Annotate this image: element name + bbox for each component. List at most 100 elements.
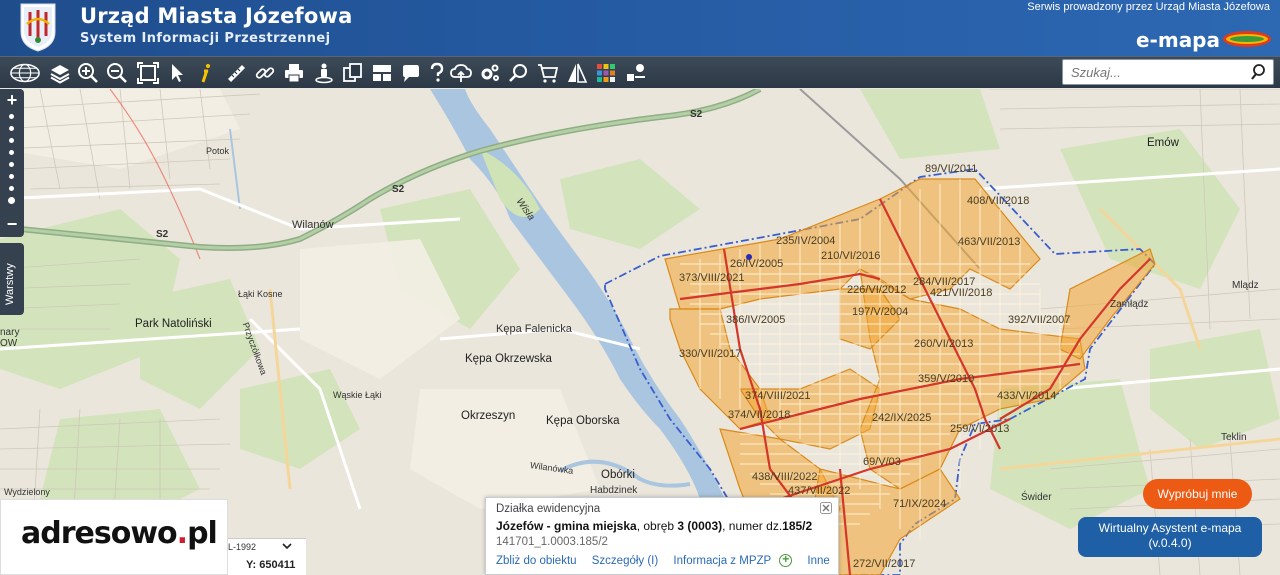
place-label: Zamłądz bbox=[1110, 299, 1149, 310]
zoom-in-button[interactable]: + bbox=[2, 91, 22, 109]
plot-label[interactable]: 197/V/2004 bbox=[852, 306, 908, 318]
plot-label[interactable]: 463/VII/2013 bbox=[958, 236, 1020, 248]
copy-icon[interactable] bbox=[341, 61, 365, 85]
zoom-level-dot[interactable] bbox=[9, 114, 14, 119]
coordinate-system-select[interactable]: L-1992 bbox=[228, 542, 256, 552]
help-icon[interactable] bbox=[425, 61, 449, 85]
plot-label[interactable]: 408/VII/2018 bbox=[967, 195, 1029, 207]
plot-label[interactable]: 392/VII/2007 bbox=[1008, 314, 1070, 326]
plot-label[interactable]: 374/VIII/2021 bbox=[745, 390, 810, 402]
zoom-level-dot[interactable] bbox=[9, 162, 14, 167]
mpzp-info-link[interactable]: Informacja z MPZP bbox=[673, 555, 771, 567]
close-icon[interactable] bbox=[820, 502, 832, 514]
plot-label[interactable]: 89/VI/2011 bbox=[925, 163, 977, 175]
plot-label[interactable]: 433/VI/2014 bbox=[997, 390, 1056, 402]
popup-parcel-id: 141701_1.0003.185/2 bbox=[496, 536, 608, 548]
popup-town: Józefów - gmina miejska bbox=[496, 519, 637, 533]
plot-label[interactable]: 226/VI/2012 bbox=[847, 284, 906, 296]
street-view-icon[interactable] bbox=[312, 61, 336, 85]
plot-label[interactable]: 272/VII/2017 bbox=[853, 558, 915, 570]
color-grid-icon[interactable] bbox=[594, 61, 618, 85]
coordinate-y: Y: 650411 bbox=[246, 559, 295, 571]
full-extent-icon[interactable] bbox=[136, 61, 160, 85]
zoom-control: + − bbox=[0, 89, 24, 237]
other-link[interactable]: Inne bbox=[807, 555, 829, 567]
place-label: Teklin bbox=[1221, 432, 1247, 443]
adresowo-logo-dot: . bbox=[176, 516, 188, 551]
plot-label[interactable]: 438/VIII/2022 bbox=[752, 471, 817, 483]
place-label: nary bbox=[0, 327, 20, 338]
search-input[interactable] bbox=[1063, 60, 1243, 84]
link-icon[interactable] bbox=[253, 61, 277, 85]
popup-number: 185/2 bbox=[782, 519, 813, 533]
plot-label[interactable]: 260/VI/2013 bbox=[914, 338, 973, 350]
chevron-down-icon[interactable] bbox=[282, 542, 292, 550]
popup-obreb-label: , obręb bbox=[636, 519, 678, 533]
compare-icon[interactable] bbox=[565, 61, 589, 85]
plot-label[interactable]: 359/V/2010 bbox=[918, 373, 974, 385]
zoom-level-dot[interactable] bbox=[9, 126, 14, 131]
place-label: Park Natoliński bbox=[135, 318, 212, 330]
place-label: Potok bbox=[206, 146, 230, 156]
plot-label[interactable]: 210/VI/2016 bbox=[821, 250, 880, 262]
city-crest-logo bbox=[20, 3, 56, 52]
layers-panel-toggle[interactable]: Warstwy bbox=[0, 243, 24, 315]
place-label: Łąki Kosne bbox=[238, 289, 283, 299]
search-zoom-icon[interactable] bbox=[507, 61, 531, 85]
app-title: Urząd Miasta Józefowa bbox=[80, 4, 353, 28]
app-window: Urząd Miasta Józefowa System Informacji … bbox=[0, 0, 1280, 575]
place-label: Mlądz bbox=[1232, 280, 1259, 291]
settings-icon[interactable] bbox=[478, 61, 502, 85]
zoom-out-icon[interactable] bbox=[105, 61, 129, 85]
expand-plus-icon[interactable]: + bbox=[779, 553, 793, 567]
zoom-level-dot[interactable] bbox=[9, 186, 14, 191]
zoom-out-button[interactable]: − bbox=[2, 215, 22, 233]
plot-label[interactable]: 421/VII/2018 bbox=[930, 287, 992, 299]
plot-label[interactable]: 437/VII/2022 bbox=[788, 485, 850, 497]
zoom-in-icon[interactable] bbox=[76, 61, 100, 85]
tools-icon[interactable] bbox=[624, 61, 648, 85]
emapa-brand: e-mapa bbox=[1135, 28, 1220, 52]
popup-description: Józefów - gmina miejska, obręb 3 (0003),… bbox=[496, 519, 812, 533]
zoom-level-dot[interactable] bbox=[9, 174, 14, 179]
pointer-icon[interactable] bbox=[165, 61, 189, 85]
plot-label[interactable]: 235/IV/2004 bbox=[776, 235, 835, 247]
road-label-s2-middle: S2 bbox=[392, 184, 405, 195]
zoom-level-dot[interactable] bbox=[9, 150, 14, 155]
plot-label[interactable]: 26/IV/2005 bbox=[730, 258, 783, 270]
plot-label[interactable]: 259/VI/2013 bbox=[950, 423, 1009, 435]
popup-obreb: 3 (0003) bbox=[677, 519, 723, 533]
place-label: Kępa Oborska bbox=[546, 415, 620, 427]
layers-label: Warstwy bbox=[4, 263, 16, 305]
plot-label[interactable]: 386/IV/2005 bbox=[726, 314, 785, 326]
zoom-level-dot[interactable] bbox=[9, 138, 14, 143]
cloud-upload-icon[interactable] bbox=[449, 61, 473, 85]
layers-icon[interactable] bbox=[48, 61, 72, 85]
plot-label[interactable]: 71/IX/2024 bbox=[893, 498, 946, 510]
virtual-assistant-button[interactable]: Wirtualny Asystent e-mapa (v.0.4.0) bbox=[1078, 517, 1262, 557]
place-label: Obórki bbox=[601, 469, 635, 481]
zoom-current-level[interactable] bbox=[8, 197, 15, 204]
plot-label[interactable]: 242/IX/2025 bbox=[872, 412, 931, 424]
plot-label[interactable]: 374/VII/2018 bbox=[728, 409, 790, 421]
coordinates-box: L-1992 Y: 650411 bbox=[228, 538, 306, 575]
adresowo-logo[interactable]: adresowo.pl bbox=[0, 499, 228, 575]
place-label: Emów bbox=[1147, 137, 1179, 149]
try-me-button[interactable]: Wypróbuj mnie bbox=[1143, 479, 1252, 509]
search-icon[interactable] bbox=[1251, 63, 1269, 81]
ruler-icon[interactable] bbox=[224, 61, 248, 85]
adresowo-logo-main: adresowo bbox=[21, 516, 178, 551]
print-icon[interactable] bbox=[282, 61, 306, 85]
place-label: OW bbox=[0, 338, 18, 349]
comment-icon[interactable] bbox=[399, 61, 423, 85]
plot-label[interactable]: 330/VII/2017 bbox=[679, 348, 741, 360]
cart-icon[interactable] bbox=[536, 61, 560, 85]
details-link[interactable]: Szczegóły (I) bbox=[592, 555, 658, 567]
info-icon[interactable] bbox=[194, 61, 218, 85]
layout-icon[interactable] bbox=[370, 61, 394, 85]
plot-label[interactable]: 373/VIII/2021 bbox=[679, 272, 744, 284]
globe-icon[interactable] bbox=[8, 61, 42, 85]
plot-label[interactable]: 69/V/03 bbox=[863, 456, 901, 468]
zoom-to-object-link[interactable]: Zbliż do obiektu bbox=[496, 555, 577, 567]
road-label-s2-east: S2 bbox=[690, 109, 703, 120]
